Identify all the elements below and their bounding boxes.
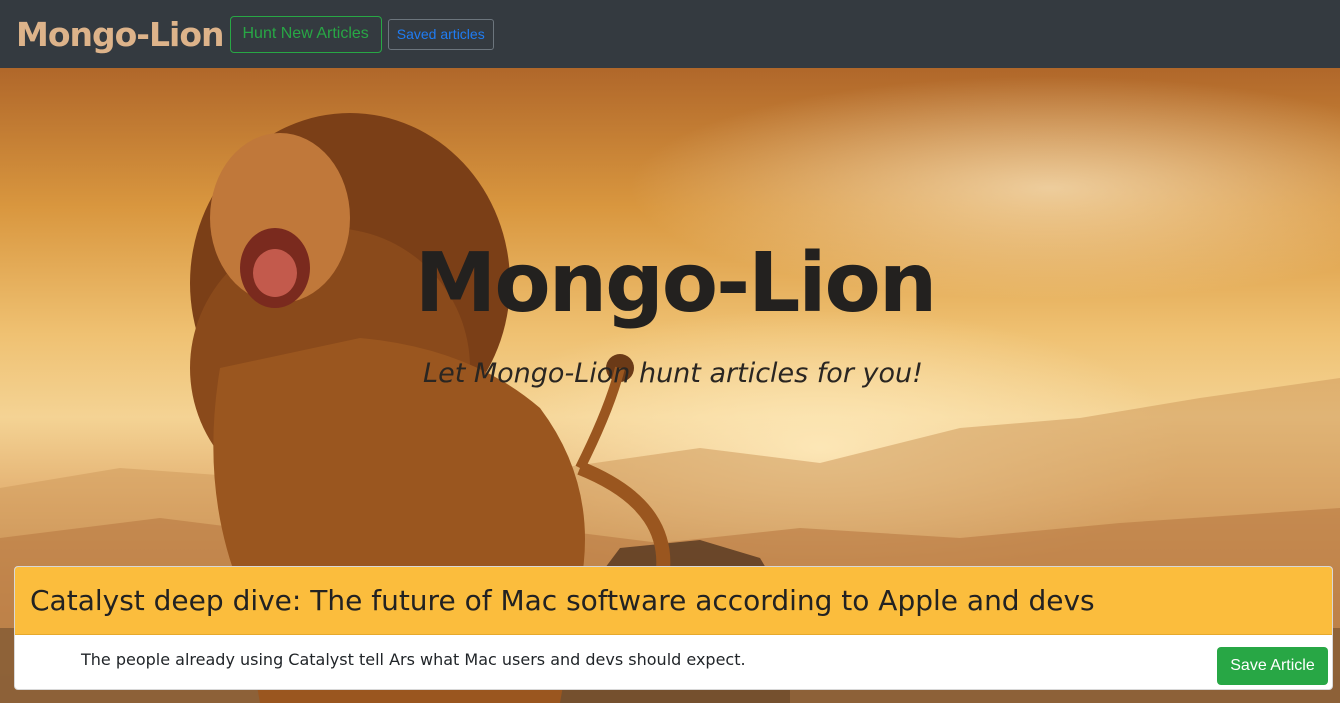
saved-articles-button[interactable]: Saved articles (387, 18, 494, 50)
hero-tagline: Let Mongo-Lion hunt articles for you! (423, 358, 923, 389)
article-summary: The people already using Catalyst tell A… (81, 650, 746, 669)
article-card: Catalyst deep dive: The future of Mac so… (14, 566, 1333, 690)
navbar-brand[interactable]: Mongo-Lion (16, 18, 224, 51)
top-navbar: Mongo-Lion Hunt New Articles Saved artic… (0, 0, 1340, 68)
save-article-button[interactable]: Save Article (1217, 647, 1328, 685)
article-card-header: Catalyst deep dive: The future of Mac so… (15, 567, 1332, 635)
article-card-body: The people already using Catalyst tell A… (15, 635, 1332, 689)
article-title[interactable]: Catalyst deep dive: The future of Mac so… (30, 584, 1095, 617)
hero-title: Mongo-Lion (414, 236, 937, 331)
hunt-new-articles-button[interactable]: Hunt New Articles (229, 15, 382, 53)
